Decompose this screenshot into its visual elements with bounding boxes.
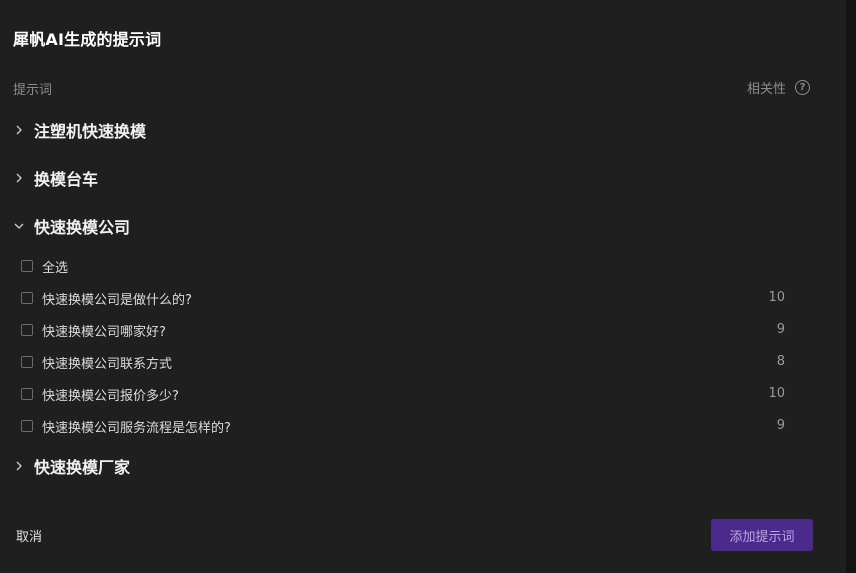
relevance-score: 9 [776, 322, 785, 337]
group-label: 注塑机快速换模 [34, 122, 147, 141]
group-toggle-quick-change-manufacturer[interactable]: 快速换模厂家 [13, 454, 130, 478]
select-all-row[interactable]: 全选 [21, 256, 785, 276]
relevance-score: 9 [776, 418, 785, 433]
group-toggle-quick-change-company[interactable]: 快速换模公司 [13, 214, 130, 238]
keyword-column-label: 提示词 [13, 83, 53, 98]
keyword-row[interactable]: 快速换模公司服务流程是怎样的? 9 [21, 416, 785, 436]
keyword-row[interactable]: 快速换模公司是做什么的? 10 [21, 288, 785, 308]
relevance-score: 10 [768, 290, 785, 305]
column-header: 提示词 相关性 ? [13, 78, 810, 98]
relevance-column-header: 相关性 ? [747, 78, 810, 97]
select-all-label: 全选 [42, 260, 69, 276]
relevance-score: 8 [776, 354, 785, 369]
keyword-text: 快速换模公司报价多少? [42, 388, 179, 404]
keyword-row[interactable]: 快速换模公司报价多少? 10 [21, 384, 785, 404]
keyword-checkbox[interactable] [21, 356, 33, 368]
chevron-right-icon [16, 461, 22, 471]
dialog-title: 犀帆AI生成的提示词 [13, 30, 162, 49]
keyword-text: 快速换模公司联系方式 [42, 356, 173, 372]
select-all-checkbox[interactable] [21, 260, 33, 272]
group-label: 快速换模厂家 [34, 458, 131, 477]
keyword-checkbox[interactable] [21, 324, 33, 336]
chevron-down-icon [14, 223, 24, 229]
keyword-checkbox[interactable] [21, 420, 33, 432]
keyword-text: 快速换模公司是做什么的? [42, 292, 192, 308]
relevance-column-label: 相关性 [746, 82, 786, 97]
keyword-checkbox[interactable] [21, 388, 33, 400]
group-label: 快速换模公司 [34, 218, 131, 237]
add-keywords-button[interactable]: 添加提示词 [711, 519, 813, 551]
help-icon[interactable]: ? [795, 80, 810, 95]
group-toggle-injection-molding[interactable]: 注塑机快速换模 [13, 118, 146, 142]
keyword-checkbox[interactable] [21, 292, 33, 304]
keyword-text: 快速换模公司哪家好? [42, 324, 166, 340]
group-toggle-mold-cart[interactable]: 换模台车 [13, 166, 98, 190]
chevron-right-icon [16, 173, 22, 183]
keyword-row[interactable]: 快速换模公司联系方式 8 [21, 352, 785, 372]
relevance-score: 10 [768, 386, 785, 401]
group-label: 换模台车 [34, 170, 99, 189]
cancel-button[interactable]: 取消 [16, 526, 42, 545]
keyword-text: 快速换模公司服务流程是怎样的? [42, 420, 231, 436]
chevron-right-icon [16, 125, 22, 135]
keyword-dialog: 犀帆AI生成的提示词 提示词 相关性 ? 注塑机快速换模 换模台车 快速换模公司… [0, 0, 846, 573]
window-edge [846, 0, 856, 573]
keyword-row[interactable]: 快速换模公司哪家好? 9 [21, 320, 785, 340]
